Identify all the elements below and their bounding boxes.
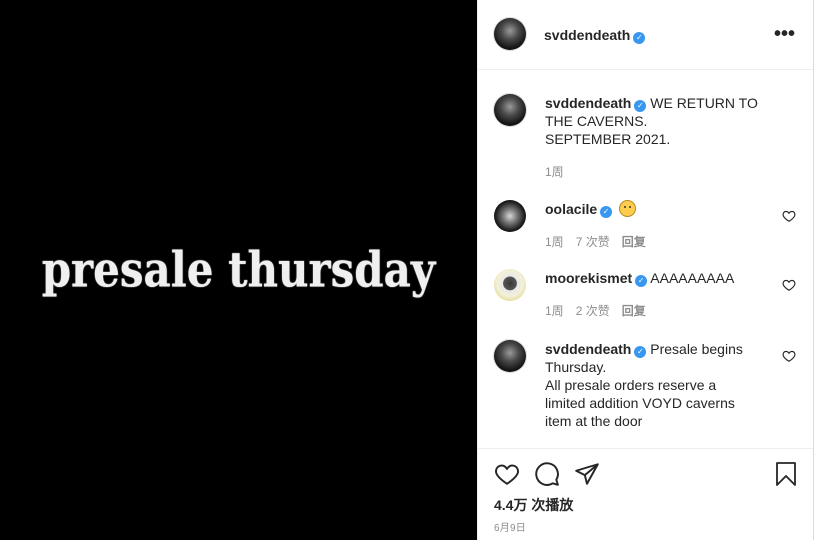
comment-username[interactable]: moorekismet	[545, 270, 632, 286]
avatar[interactable]	[494, 200, 526, 232]
comment-bubble-icon[interactable]	[534, 461, 560, 487]
post-date[interactable]: 6月9日	[494, 519, 526, 534]
like-heart-icon[interactable]	[494, 461, 520, 487]
verified-badge-icon: ✓	[635, 275, 648, 287]
comment-time[interactable]: 1周	[545, 304, 564, 318]
comment-item: oolacile ✓ 1周 7 次赞 回复	[494, 200, 796, 250]
header-username[interactable]: svddendeath	[544, 27, 630, 43]
like-comment-heart-icon[interactable]	[782, 349, 796, 363]
flushed-face-icon	[619, 200, 637, 217]
comment-username[interactable]: svddendeath	[545, 341, 631, 357]
verified-badge-icon: ✓	[600, 206, 613, 218]
reply-button[interactable]: 回复	[622, 304, 646, 318]
verified-badge-icon: ✓	[634, 346, 647, 358]
avatar[interactable]	[494, 94, 526, 126]
reply-button[interactable]: 回复	[622, 235, 646, 249]
comment-likes[interactable]: 7 次赞	[576, 235, 610, 249]
comment-likes[interactable]: 2 次赞	[576, 304, 610, 318]
post-side-panel: svddendeath ✓ ••• svddendeath ✓ WE RETURN …	[477, 0, 814, 540]
verified-badge-icon: ✓	[634, 100, 647, 112]
verified-badge-icon: ✓	[633, 32, 646, 44]
comment-text: AAAAAAAAA	[650, 270, 735, 286]
comment-time[interactable]: 1周	[545, 235, 564, 249]
comment-item: moorekismet ✓ AAAAAAAAA 1周 2 次赞 回复	[494, 269, 796, 319]
caption-time[interactable]: 1周	[545, 165, 564, 179]
post-caption: svddendeath ✓ WE RETURN TO THE CAVERNS. S…	[494, 94, 784, 184]
avatar[interactable]	[494, 18, 526, 50]
caption-text-line2: SEPTEMBER 2021.	[545, 131, 671, 147]
avatar[interactable]	[494, 269, 526, 301]
share-send-icon[interactable]	[574, 461, 600, 487]
media-caption-text: presale thursday	[41, 241, 436, 299]
comment-text-line2: All presale orders reserve a limited add…	[545, 377, 735, 429]
like-comment-heart-icon[interactable]	[782, 278, 796, 292]
post-header: svddendeath ✓ •••	[478, 0, 813, 70]
post-media[interactable]: presale thursday	[0, 0, 477, 540]
like-comment-heart-icon[interactable]	[782, 209, 796, 223]
comment-username[interactable]: oolacile	[545, 201, 597, 217]
avatar[interactable]	[494, 340, 526, 372]
caption-username[interactable]: svddendeath	[545, 95, 631, 111]
bookmark-icon[interactable]	[774, 461, 798, 487]
comment-item: svddendeath ✓ Presale begins Thursday. Al…	[494, 340, 796, 440]
view-count[interactable]: 4.4万 次播放	[494, 495, 573, 515]
more-options-button[interactable]: •••	[774, 24, 795, 44]
post-actions-bar: 4.4万 次播放 6月9日	[478, 448, 813, 541]
